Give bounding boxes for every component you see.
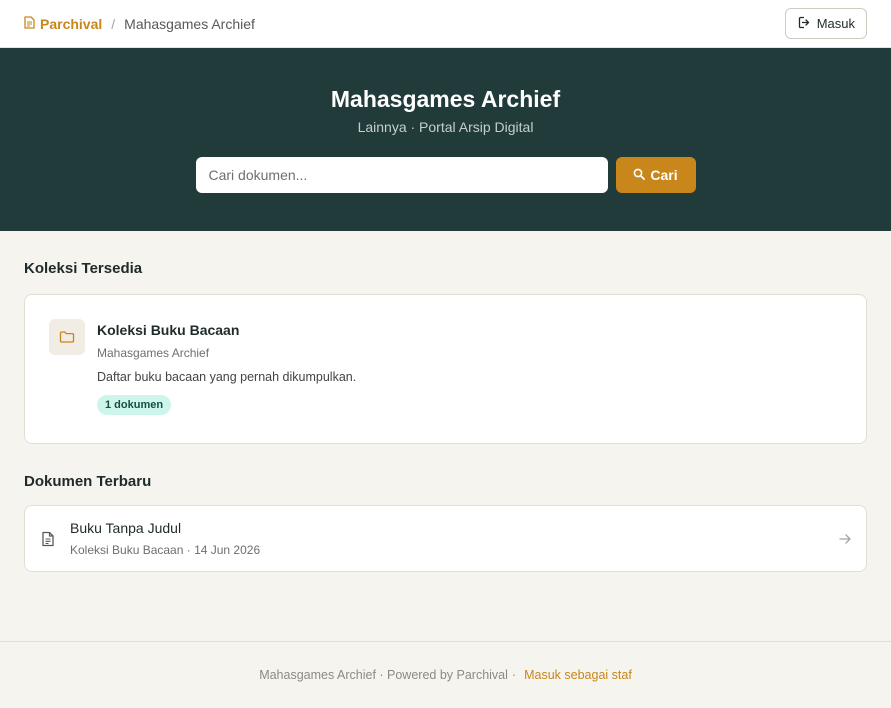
- hero-banner: Mahasgames Archief Lainnya · Portal Arsi…: [0, 48, 891, 231]
- collection-title: Koleksi Buku Bacaan: [97, 322, 240, 338]
- collection-owner: Mahasgames Archief: [97, 346, 210, 360]
- breadcrumb-current: Mahasgames Archief: [124, 15, 255, 32]
- breadcrumb-separator: /: [111, 15, 116, 32]
- recent-documents-heading: Dokumen Terbaru: [24, 473, 152, 490]
- search-button-label: Cari: [650, 167, 678, 183]
- footer-separator: ·: [511, 668, 517, 682]
- search-bar: Cari: [195, 157, 696, 193]
- document-title: Buku Tanpa Judul: [70, 520, 182, 536]
- breadcrumb-home-label: Parchival: [40, 15, 103, 32]
- top-bar: Parchival / Mahasgames Archief Masuk: [0, 0, 891, 48]
- search-button[interactable]: Cari: [615, 157, 696, 193]
- login-button[interactable]: Masuk: [784, 8, 867, 39]
- login-button-label: Masuk: [816, 16, 855, 31]
- document-count-badge: 1 dokumen: [97, 395, 172, 415]
- document-meta: Koleksi Buku Bacaan · 14 Jun 2026: [70, 543, 261, 557]
- collection-info: Koleksi Buku Bacaan Mahasgames Archief D…: [97, 319, 356, 419]
- breadcrumb: Parchival / Mahasgames Archief: [24, 16, 255, 32]
- footer: Mahasgames Archief · Powered by Parchiva…: [0, 641, 891, 708]
- document-icon: [24, 15, 40, 32]
- search-input[interactable]: [195, 157, 608, 193]
- login-icon: [797, 16, 810, 32]
- document-info: Buku Tanpa Judul Koleksi Buku Bacaan · 1…: [70, 520, 839, 557]
- document-icon: [41, 531, 57, 547]
- search-icon: [633, 167, 646, 183]
- page-subtitle: Lainnya · Portal Arsip Digital: [357, 119, 534, 135]
- document-list-item[interactable]: Buku Tanpa Judul Koleksi Buku Bacaan · 1…: [24, 505, 867, 572]
- page-title: Mahasgames Archief: [330, 86, 561, 112]
- collections-heading: Koleksi Tersedia: [24, 260, 143, 277]
- breadcrumb-home-link[interactable]: Parchival: [24, 16, 102, 32]
- footer-text: Mahasgames Archief · Powered by Parchiva…: [259, 668, 508, 682]
- folder-icon: [49, 319, 85, 355]
- main-content: Koleksi Tersedia Koleksi Buku Bacaan Mah…: [0, 260, 891, 572]
- collection-card[interactable]: Koleksi Buku Bacaan Mahasgames Archief D…: [24, 294, 867, 444]
- arrow-right-icon: [839, 533, 852, 545]
- collection-description: Daftar buku bacaan yang pernah dikumpulk…: [97, 370, 357, 384]
- staff-login-link[interactable]: Masuk sebagai staf: [524, 668, 632, 682]
